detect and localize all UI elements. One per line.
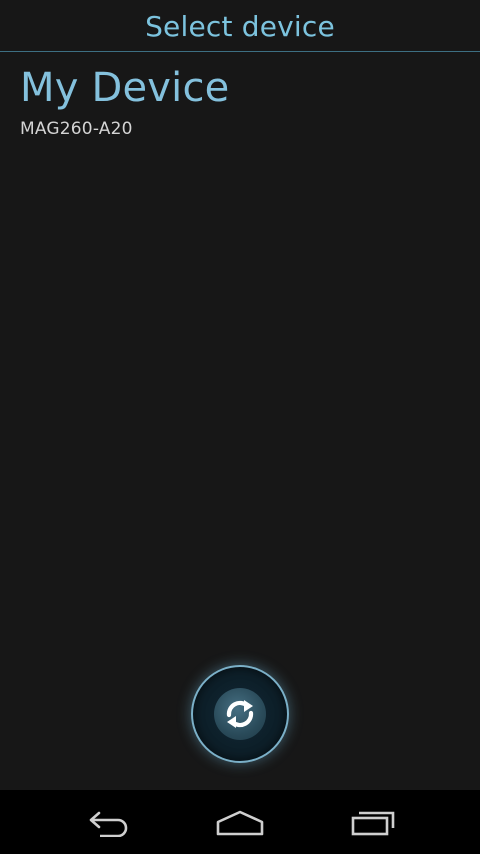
system-navigation-bar — [0, 790, 480, 854]
back-icon — [89, 811, 128, 837]
refresh-button[interactable] — [191, 665, 289, 763]
back-button[interactable] — [66, 798, 146, 846]
refresh-icon — [214, 688, 266, 740]
page-title: Select device — [145, 9, 335, 43]
home-icon — [216, 810, 264, 836]
device-model: MAG260-A20 — [20, 119, 133, 139]
app-screen: Select device My Device MAG260-A20 — [0, 0, 480, 790]
device-name: My Device — [20, 65, 230, 111]
device-list-item[interactable]: My Device MAG260-A20 — [20, 64, 460, 144]
home-button[interactable] — [200, 798, 280, 846]
recents-icon — [351, 811, 395, 836]
recents-button[interactable] — [334, 798, 414, 846]
title-bar: Select device — [0, 0, 480, 52]
